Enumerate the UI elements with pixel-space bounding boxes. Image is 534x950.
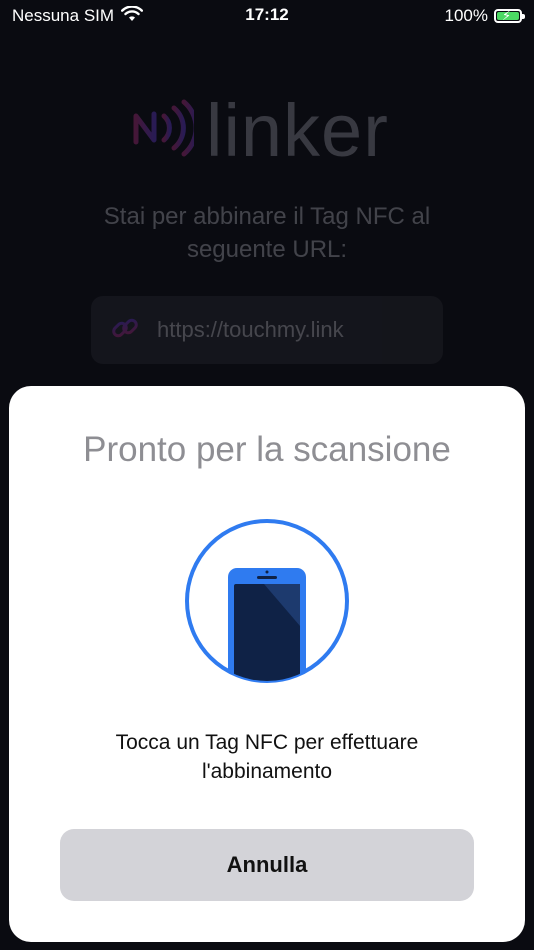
link-icon [109, 312, 141, 349]
url-field[interactable]: https://touchmy.link [91, 296, 443, 364]
linker-logo: linker [130, 88, 389, 173]
url-value: https://touchmy.link [157, 317, 344, 342]
cancel-button[interactable]: Annulla [60, 829, 474, 901]
sheet-message: Tocca un Tag NFC per effettuare l'abbina… [115, 731, 419, 783]
nfc-scan-sheet: Pronto per la scansione Tocca un Tag NFC… [9, 386, 525, 942]
sheet-title: Pronto per la scansione [83, 430, 451, 469]
phone-scan-icon [184, 518, 350, 689]
logo-text: linker [206, 89, 389, 172]
intro-text: Stai per abbinare il Tag NFC al seguente… [103, 203, 431, 263]
nfc-waves-icon [130, 98, 199, 163]
